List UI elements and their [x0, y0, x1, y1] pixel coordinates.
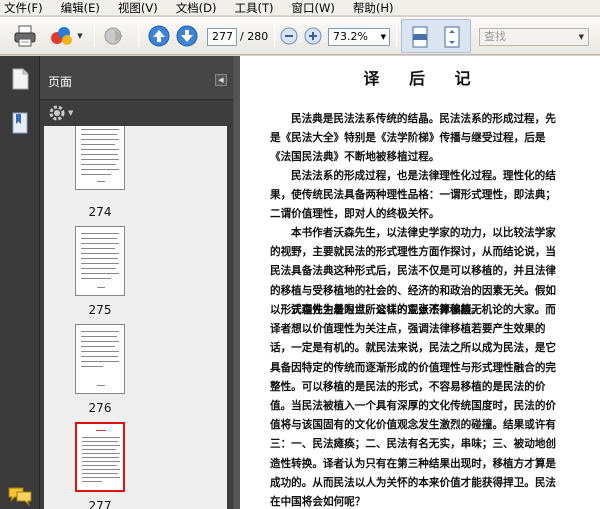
chevron-down-icon: ▼: [380, 33, 386, 41]
menu-window[interactable]: 窗口(W): [292, 0, 335, 16]
share-icon: [51, 27, 73, 45]
zoom-out-button[interactable]: [279, 21, 299, 51]
paragraph: 民法法系的形成过程，也是法律理性化过程。理性化的结 果，使传统民法具备两种理性品…: [270, 167, 588, 225]
bookmark-icon: [12, 112, 28, 134]
collapse-panel-button[interactable]: ◀: [215, 74, 227, 86]
zoom-value: 73.2%: [333, 30, 368, 43]
page-thumbnail-label: 274: [88, 205, 112, 219]
chevron-down-icon: ▼: [578, 33, 584, 41]
toolbar: ▼ 277 / 280 73.2% ▼ 查找 ▼: [0, 17, 600, 55]
pages-icon: [12, 68, 29, 90]
text-line: 成功的。从而民法以人为关怀的本来价值才能获得捍卫。民法: [270, 476, 557, 489]
page-number-input[interactable]: 277: [207, 28, 237, 46]
search-input[interactable]: 查找 ▼: [479, 28, 589, 46]
gear-icon: [49, 105, 65, 121]
text-line: 果，使传统民法具备两种理性品格：一谓形式理性，即法典；: [270, 189, 557, 202]
next-page-button[interactable]: [174, 21, 200, 51]
text-line: 的移植与受移植地的社会的、经济的和政治的因素无关。假如: [270, 284, 557, 297]
toolbar-divider: [274, 25, 275, 47]
arrow-down-icon: [176, 25, 198, 47]
zoom-in-icon: [304, 27, 322, 45]
share-button[interactable]: ▼: [46, 21, 86, 51]
navigation-strip: [0, 56, 40, 509]
text-line: 造性转换。译者认为只有在第三种结果出现时，移植方才算是: [270, 457, 557, 470]
options-button[interactable]: ▼: [48, 104, 73, 122]
paragraph: 沃森先生是为世所公认的主张法律移植无机论的大家。而 译者想以价值理性为关注点，强…: [270, 301, 588, 509]
print-button[interactable]: [10, 21, 40, 51]
text-line: 二谓价值理性，即对人的终极关怀。: [270, 208, 440, 221]
page-thumbnail[interactable]: [75, 126, 125, 190]
text-line: 值。当民法被植入一个具有深厚的文化传统国度时，民法的价: [270, 400, 557, 413]
fit-page-button[interactable]: [438, 22, 466, 52]
menu-bar: 文件(F) 编辑(E) 视图(V) 文档(D) 工具(T) 窗口(W) 帮助(H…: [0, 0, 600, 16]
search-placeholder: 查找: [484, 30, 506, 43]
thumbnail-list: 274 275 276 277: [44, 126, 227, 509]
chevron-left-icon: ◀: [218, 76, 224, 84]
text-line: 民法典是民法法系传统的结晶。民法法系的形成过程，先: [291, 113, 556, 125]
text-line: 三：一、民法瘫痪；二、民法有名无实，串味；三、被动地创: [270, 438, 557, 451]
chevron-down-icon: ▼: [68, 109, 74, 117]
text-line: 在中国将会如何呢？: [270, 496, 366, 509]
text-line: 整性。可以移植的是民法的形式，不容易移植的是民法的价: [270, 380, 546, 393]
pages-panel: 页面 ◀ ▼ 274 275 276 277: [40, 56, 233, 509]
page-thumbnail[interactable]: [75, 226, 125, 296]
page-thumbnail-label: 277: [88, 499, 112, 509]
text-line: 本书作者沃森先生，以法律史学家的功力，以比较法学家: [291, 227, 556, 239]
zoom-select[interactable]: 73.2% ▼: [328, 28, 390, 46]
page-total: / 280: [240, 30, 269, 43]
toolbar-divider: [396, 25, 397, 47]
page-thumbnail[interactable]: [75, 324, 125, 394]
comments-icon: [8, 487, 32, 507]
text-line: 具备因特定的传统而逐渐形成的价值理性与形式理性融合的完: [270, 361, 557, 374]
pages-panel-header: 页面 ◀: [40, 56, 233, 100]
toolbar-divider: [138, 25, 139, 47]
text-line: 的视野，主要就民法的形式理性方面作探讨，从而结论说，当: [270, 246, 557, 259]
text-line: 话，一定是有机的。就民法来说，民法之所以成为民法，是它: [270, 342, 557, 355]
paragraph: 民法典是民法法系传统的结晶。民法法系的形成过程，先 是《民法大全》特别是《法学阶…: [270, 110, 588, 168]
previous-page-button[interactable]: [146, 21, 172, 51]
fit-width-button[interactable]: [406, 22, 434, 52]
menu-view[interactable]: 视图(V): [118, 0, 158, 16]
zoom-in-button[interactable]: [303, 21, 323, 51]
printer-icon: [14, 25, 36, 47]
review-button[interactable]: [100, 21, 130, 51]
comments-panel-button[interactable]: [7, 486, 33, 509]
fit-width-icon: [412, 26, 428, 48]
text-line: 《法国民法典》不断地被移植过程。: [270, 151, 440, 164]
text-line: 沃森先生是为世所公认的主张法律移植无机论的大家。而: [291, 304, 556, 316]
chevron-down-icon: ▼: [77, 32, 83, 40]
menu-help[interactable]: 帮助(H): [353, 0, 394, 16]
toolbar-divider: [94, 25, 95, 47]
bookmarks-panel-button[interactable]: [9, 111, 31, 138]
menu-edit[interactable]: 编辑(E): [61, 0, 100, 16]
pages-panel-toolbar: ▼: [40, 101, 233, 125]
text-line: 民法法系的形成过程，也是法律理性化过程。理性化的结: [291, 170, 556, 182]
fit-page-icon: [444, 26, 460, 48]
text-line: 译者想以价值理性为关注点，强调法律移植若要产生效果的: [270, 323, 546, 336]
zoom-out-icon: [280, 27, 298, 45]
menu-file[interactable]: 文件(F): [4, 0, 43, 16]
text-line: 民法具备法典这种形式后，民法不仅是可以移植的，并且法律: [270, 265, 557, 278]
page-thumbnail-selected[interactable]: [75, 422, 125, 492]
document-view[interactable]: 译 后 记 民法典是民法法系传统的结晶。民法法系的形成过程，先 是《民法大全》特…: [234, 56, 600, 509]
menu-tools[interactable]: 工具(T): [235, 0, 274, 16]
fit-buttons-group: [401, 19, 471, 53]
text-line: 值将与该国固有的文化价值观念发生激烈的碰撞。结果或许有: [270, 419, 557, 432]
arrow-up-icon: [148, 25, 170, 47]
page-thumbnail-label: 276: [88, 401, 112, 415]
document-title: 译 后 记: [363, 69, 483, 88]
text-line: 是《民法大全》特别是《法学阶梯》传播与继受过程，后是: [270, 132, 546, 145]
pages-panel-button[interactable]: [9, 67, 31, 94]
review-icon: [104, 27, 123, 45]
menu-document[interactable]: 文档(D): [176, 0, 217, 16]
pages-panel-title: 页面: [48, 75, 73, 89]
page-thumbnail-label: 275: [88, 303, 112, 317]
